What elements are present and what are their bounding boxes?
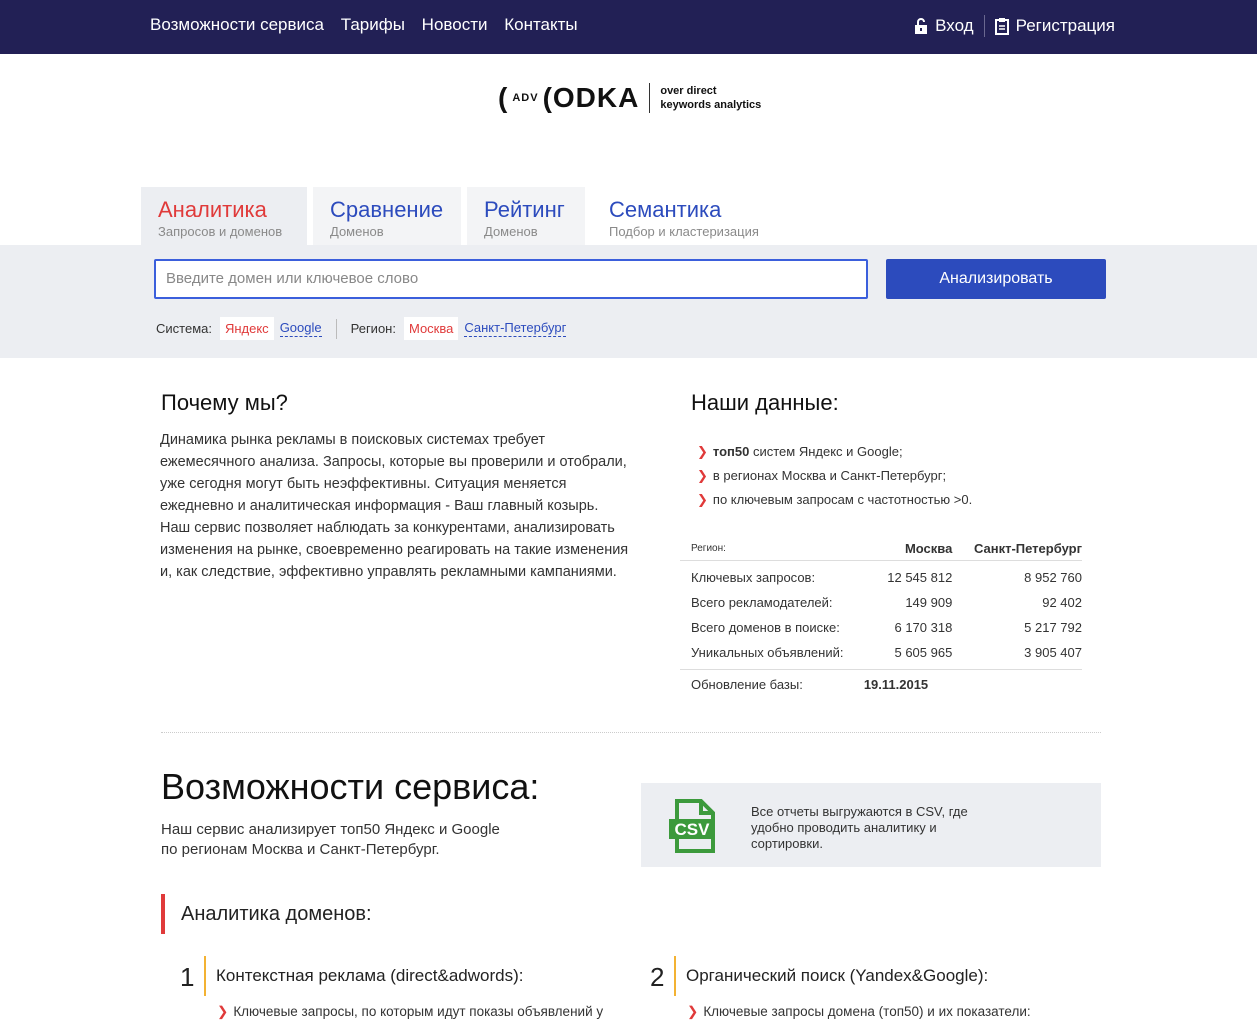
- main-nav: Возможности сервиса Тарифы Новости Конта…: [150, 15, 590, 35]
- clipboard-icon: [994, 17, 1009, 35]
- features-subtitle-line1: Наш сервис анализирует топ50 Яндекс и Go…: [161, 821, 500, 838]
- point-text: Ключевые запросы домена (топ50) и их пок…: [703, 1004, 1031, 1019]
- nav-contacts[interactable]: Контакты: [504, 15, 577, 34]
- stats-table: Регион: Москва Санкт-Петербург Ключевых …: [680, 536, 1082, 699]
- tab-rating[interactable]: Рейтинг Доменов: [467, 187, 585, 245]
- bullet-bold: топ50: [712, 444, 750, 459]
- logo-mark: ( ADV ( ODKA: [498, 82, 639, 114]
- bullet-text: систем Яндекс и Google;: [749, 444, 903, 459]
- tab-title: Сравнение: [330, 197, 444, 222]
- table-row: Всего рекламодателей: 149 909 92 402: [680, 590, 1082, 615]
- top-navbar: Возможности сервиса Тарифы Новости Конта…: [0, 0, 1257, 54]
- domain-analytics-heading: Аналитика доменов:: [161, 894, 372, 934]
- filter-divider: [335, 318, 337, 339]
- logo[interactable]: ( ADV ( ODKA over direct keywords analyt…: [498, 80, 761, 116]
- logo-tagline: over direct keywords analytics: [660, 84, 761, 112]
- update-label: Обновление базы:: [691, 677, 803, 692]
- csv-icon-label: CSV: [675, 820, 711, 839]
- logo-name: ODKA: [552, 82, 640, 113]
- tab-title: Семантика: [609, 197, 722, 222]
- stats-header: Регион: Москва Санкт-Петербург: [680, 536, 1082, 561]
- analyze-button[interactable]: Анализировать: [886, 259, 1106, 299]
- data-bullet-3: ❯ по ключевым запросам с частотностью >0.: [697, 492, 973, 507]
- feature-organic-search-point: ❯ Ключевые запросы домена (топ50) и их по…: [687, 1004, 1031, 1019]
- stats-region-label: Регион:: [691, 542, 726, 554]
- row-msk: 5 605 965: [894, 645, 953, 660]
- row-msk: 6 170 318: [894, 620, 953, 635]
- row-label: Всего рекламодателей:: [691, 595, 833, 610]
- csv-line3: сортировки.: [751, 836, 823, 851]
- row-label: Всего доменов в поиске:: [691, 620, 840, 635]
- csv-line2: удобно проводить аналитику и: [751, 820, 937, 835]
- tab-title: Аналитика: [158, 197, 267, 222]
- tab-analytics[interactable]: Аналитика Запросов и доменов: [141, 187, 307, 245]
- bullet-text: по ключевым запросам с частотностью >0.: [712, 492, 973, 507]
- register-link[interactable]: Регистрация: [1016, 16, 1115, 36]
- logo-bracket-left: (: [498, 82, 509, 113]
- table-row: Всего доменов в поиске: 6 170 318 5 217 79…: [680, 615, 1082, 640]
- csv-file-icon: CSV: [669, 799, 715, 853]
- table-row: Ключевых запросов: 12 545 812 8 952 760: [680, 565, 1082, 590]
- logo-tagline-line1: over direct: [660, 85, 717, 97]
- features-title: Возможности сервиса:: [161, 766, 540, 807]
- bullet-text: в регионах Москва и Санкт-Петербург;: [712, 468, 947, 483]
- stats-col-moscow: Москва: [904, 540, 953, 556]
- item-number-1: 1: [180, 962, 195, 992]
- search-input[interactable]: Введите домен или ключевое слово: [154, 259, 868, 299]
- system-label: Система:: [156, 321, 212, 336]
- region-moscow[interactable]: Москва: [403, 317, 459, 340]
- csv-info-box: CSV Все отчеты выгружаются в CSV, где уд…: [641, 783, 1101, 867]
- nav-features[interactable]: Возможности сервиса: [150, 15, 324, 34]
- nav-tariffs[interactable]: Тарифы: [341, 15, 405, 34]
- logo-bracket-right: (: [542, 82, 553, 113]
- feature-context-ads: Контекстная реклама (direct&adwords):: [204, 956, 523, 996]
- data-bullet-2: ❯ в регионах Москва и Санкт-Петербург;: [697, 468, 947, 483]
- feature-organic-search: Органический поиск (Yandex&Google):: [674, 956, 988, 996]
- auth-divider: [983, 15, 985, 37]
- tab-semantics[interactable]: Семантика Подбор и кластеризация запросо…: [592, 187, 832, 257]
- csv-line1: Все отчеты выгружаются в CSV, где: [751, 804, 968, 819]
- search-filters: Система: Яндекс Google Регион: Москва Са…: [156, 317, 567, 340]
- features-subtitle: Наш сервис анализирует топ50 Яндекс и Go…: [161, 820, 500, 860]
- tab-subtitle: Доменов: [330, 224, 384, 239]
- stats-update-row: Обновление базы: 19.11.2015: [680, 669, 1082, 699]
- tab-subtitle: Доменов: [484, 224, 538, 239]
- region-label: Регион:: [350, 321, 396, 336]
- table-row: Уникальных объявлений: 5 605 965 3 905 407: [680, 640, 1082, 665]
- update-date: 19.11.2015: [863, 677, 929, 692]
- auth-links: Вход Регистрация: [914, 15, 1115, 37]
- logo-tagline-line2: keywords analytics: [660, 99, 762, 111]
- row-spb: 92 402: [1042, 595, 1082, 610]
- row-msk: 12 545 812: [887, 570, 953, 585]
- feature-context-ads-point: ❯ Ключевые запросы, по которым идут показ…: [217, 1004, 604, 1019]
- region-spb[interactable]: Санкт-Петербург: [464, 320, 567, 337]
- why-title: Почему мы?: [161, 390, 288, 415]
- logo-divider: [649, 83, 651, 113]
- logo-adv: ADV: [512, 92, 539, 104]
- search-panel: Введите домен или ключевое слово Анализи…: [0, 245, 1257, 358]
- data-bullet-1: ❯ топ50 систем Яндекс и Google;: [697, 444, 903, 459]
- nav-news[interactable]: Новости: [422, 15, 488, 34]
- tab-compare[interactable]: Сравнение Доменов: [313, 187, 461, 245]
- our-data-title: Наши данные:: [691, 390, 839, 415]
- stats-col-spb: Санкт-Петербург: [973, 540, 1082, 556]
- row-msk: 149 909: [905, 595, 953, 610]
- item-number-2: 2: [650, 962, 665, 992]
- lock-icon: [915, 18, 928, 34]
- system-google[interactable]: Google: [279, 320, 322, 337]
- why-text: Динамика рынка рекламы в поисковых систе…: [160, 432, 629, 580]
- csv-info-text: Все отчеты выгружаются в CSV, где удобно…: [751, 804, 968, 852]
- row-label: Ключевых запросов:: [691, 570, 816, 585]
- system-yandex[interactable]: Яндекс: [219, 317, 274, 340]
- row-spb: 5 217 792: [1024, 620, 1082, 635]
- tab-subtitle: Запросов и доменов: [158, 224, 283, 239]
- section-divider: [161, 732, 1101, 733]
- row-label: Уникальных объявлений:: [691, 645, 844, 660]
- point-text: Ключевые запросы, по которым идут показы…: [233, 1004, 604, 1019]
- features-subtitle-line2: по регионам Москва и Санкт-Петербург.: [161, 841, 440, 858]
- tab-title: Рейтинг: [484, 197, 565, 222]
- row-spb: 3 905 407: [1024, 645, 1082, 660]
- row-spb: 8 952 760: [1024, 570, 1082, 585]
- login-link[interactable]: Вход: [935, 16, 973, 36]
